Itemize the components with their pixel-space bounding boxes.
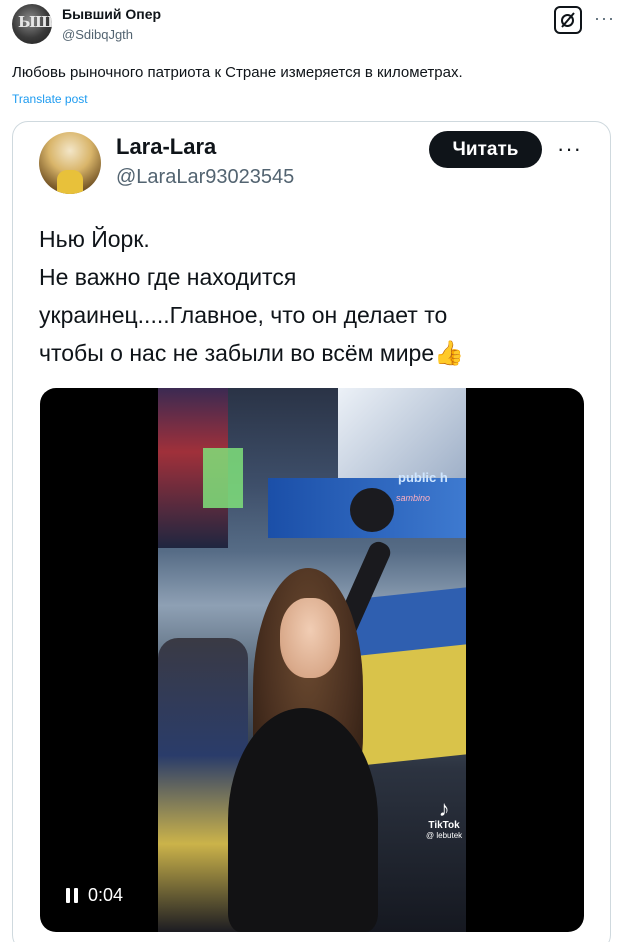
quoted-text-line: Нью Йорк. <box>39 226 150 252</box>
post-text: Любовь рыночного патриота к Стране измер… <box>12 64 463 81</box>
quoted-author-avatar[interactable] <box>39 132 101 194</box>
flag-yellow-stripe <box>348 643 466 767</box>
foreground-hand <box>228 708 378 932</box>
more-options-icon[interactable]: ··· <box>594 8 615 29</box>
quoted-text-line-4: чтобы о нас не забыли во всём мире <box>39 340 435 366</box>
billboard <box>338 388 466 478</box>
tiktok-brand: TikTok <box>428 820 460 831</box>
quoted-text-line: Не важно где находится <box>39 264 297 290</box>
avatar-text: ЫЩ <box>18 13 52 31</box>
pause-icon[interactable] <box>66 888 78 903</box>
quoted-author-name[interactable]: Lara-Lara <box>116 134 216 160</box>
thumbs-up-icon: 👍 <box>434 340 465 367</box>
author-avatar[interactable]: ЫЩ <box>12 4 52 44</box>
translate-post-link[interactable]: Translate post <box>12 92 88 106</box>
raised-disc <box>350 488 394 532</box>
quoted-author-handle[interactable]: @LaraLar93023545 <box>116 166 294 189</box>
billboard <box>203 448 243 508</box>
quoted-text-line: украинец.....Главное, что он делает то <box>39 302 448 328</box>
video-frame: public h sambino ♪ TikTok @ lebutek <box>158 388 466 932</box>
tiktok-watermark: ♪ TikTok @ lebutek <box>426 796 463 841</box>
grok-icon <box>561 12 575 28</box>
quoted-more-options-icon[interactable]: ··· <box>557 136 582 162</box>
billboard-text: sambino <box>396 493 431 503</box>
quoted-post-card[interactable]: Lara-Lara @LaraLar93023545 Читать ··· Нь… <box>12 121 611 942</box>
tiktok-user: @ lebutek <box>426 831 463 840</box>
author-handle[interactable]: @SdibqJgth <box>62 27 133 42</box>
tiktok-icon: ♪ <box>438 796 450 821</box>
playback-control[interactable]: 0:04 <box>66 885 123 906</box>
girl-face <box>280 598 340 678</box>
billboard-text: public h <box>398 470 448 485</box>
grok-button[interactable] <box>554 6 582 34</box>
video-player[interactable]: public h sambino ♪ TikTok @ lebutek 0:04 <box>40 388 584 932</box>
quoted-text-line: чтобы о нас не забыли во всём мире👍 <box>39 334 599 373</box>
author-name[interactable]: Бывший Опер <box>62 6 161 22</box>
video-time: 0:04 <box>88 885 124 905</box>
quoted-post-text: Нью Йорк. Не важно где находится украине… <box>39 220 599 373</box>
follow-button[interactable]: Читать <box>429 131 542 168</box>
